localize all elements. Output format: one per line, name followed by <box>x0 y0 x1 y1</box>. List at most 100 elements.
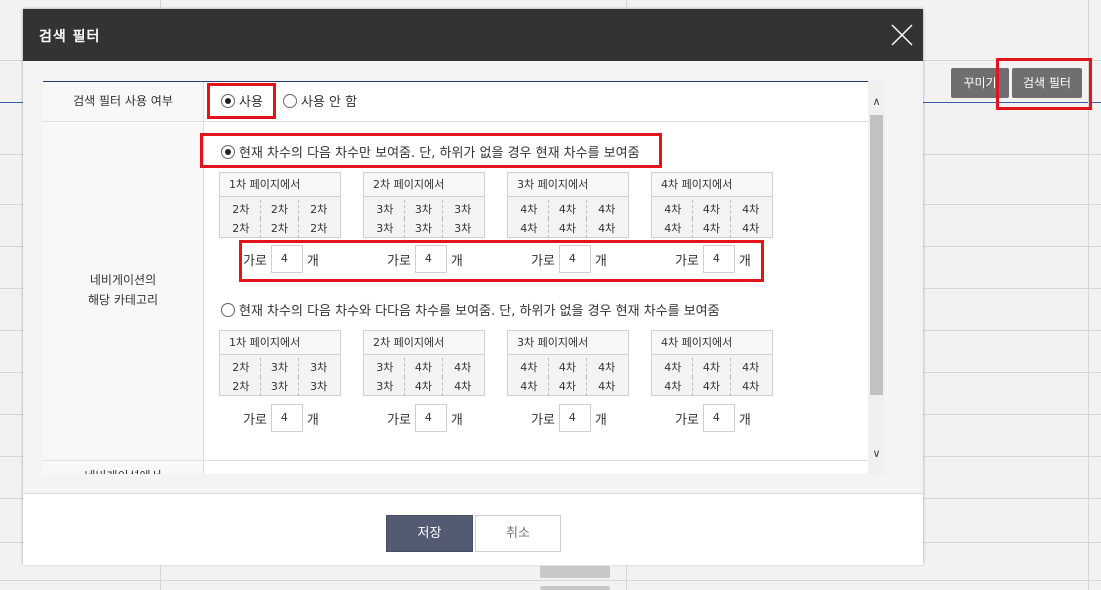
preview-cell: 4차 <box>549 358 588 377</box>
preview-grid: 3차 4차 4차 3차 4차 4차 <box>364 355 484 396</box>
columns-count-input[interactable]: 4 <box>270 404 303 432</box>
level-preview: 2차 페이지에서 3차 4차 4차 3차 4차 4차 <box>363 330 485 396</box>
preview-cell: 3차 <box>261 358 300 377</box>
preview-cell: 4차 <box>598 203 616 216</box>
level-preview: 1차 페이지에서 2차 3차 3차 2차 3차 3차 <box>219 330 341 396</box>
preview-grid: 3차 3차 3차 3차 3차 3차 <box>364 197 484 238</box>
bg-divider <box>0 580 1101 581</box>
radio-not-use[interactable]: 사용 안 함 <box>283 91 357 110</box>
scrollbar[interactable]: ∧ ∨ <box>868 81 885 474</box>
columns-prefix: 가로 <box>243 253 267 269</box>
preview-cell: 3차 <box>366 219 405 238</box>
preview-grid: 2차 2차 2차 2차 2차 2차 <box>220 197 340 238</box>
columns-count-input[interactable]: 4 <box>558 245 591 273</box>
preview-grid: 4차 4차 4차 4차 4차 4차 <box>508 355 628 396</box>
dialog-title: 검색 필터 <box>39 29 101 45</box>
columns-suffix: 개 <box>594 412 607 428</box>
radio-next-level-only-dot[interactable] <box>221 144 235 159</box>
columns-prefix: 가로 <box>387 412 411 428</box>
cancel-button[interactable]: 취소 <box>475 515 561 552</box>
preview-cell: 4차 <box>598 380 616 393</box>
preview-title: 1차 페이지에서 <box>220 331 340 355</box>
columns-count-input[interactable]: 4 <box>702 245 735 273</box>
preview-cell: 4차 <box>654 358 693 377</box>
preview-cell: 4차 <box>598 222 616 235</box>
columns-count-input[interactable]: 4 <box>702 404 735 432</box>
preview-title: 4차 페이지에서 <box>652 173 772 197</box>
scroll-up-icon[interactable]: ∧ <box>868 93 885 110</box>
preview-title: 1차 페이지에서 <box>220 173 340 197</box>
preview-cell: 2차 <box>222 219 261 238</box>
preview-title: 2차 페이지에서 <box>364 173 484 197</box>
preview-cell: 4차 <box>549 377 588 396</box>
level-preview: 1차 페이지에서 2차 2차 2차 2차 2차 2차 <box>219 172 341 238</box>
preview-cell: 4차 <box>742 380 760 393</box>
columns-prefix: 가로 <box>387 253 411 269</box>
radio-next-two-levels[interactable]: 현재 차수의 다음 차수와 다다음 차수를 보여줌. 단, 하위가 없을 경우 … <box>221 300 720 319</box>
preview-cell: 4차 <box>654 200 693 219</box>
preview-cell: 4차 <box>510 219 549 238</box>
dialog-body: 검색 필터 사용 여부 사용 사용 안 함 네비게이션의 해당 카테고리 현재 … <box>23 61 923 493</box>
preview-cell: 4차 <box>693 219 732 238</box>
radio-not-use-label: 사용 안 함 <box>301 95 358 110</box>
radio-use[interactable]: 사용 <box>221 91 263 110</box>
preview-cell: 3차 <box>454 222 472 235</box>
label-cell: 네비게이션에서 <box>43 461 204 474</box>
level-preview: 4차 페이지에서 4차 4차 4차 4차 4차 4차 <box>651 330 773 396</box>
columns-prefix: 가로 <box>675 253 699 269</box>
preview-cell: 4차 <box>510 200 549 219</box>
preview-cell: 3차 <box>261 377 300 396</box>
label-cell: 네비게이션의 해당 카테고리 <box>43 122 204 460</box>
preview-cell: 3차 <box>454 203 472 216</box>
radio-next-two-levels-dot[interactable] <box>221 302 235 317</box>
next-row-label: 네비게이션에서 <box>43 466 203 474</box>
radio-not-use-dot[interactable] <box>283 93 297 108</box>
radio-use-dot[interactable] <box>221 93 235 108</box>
preview-cell: 4차 <box>549 200 588 219</box>
preview-cell: 2차 <box>222 200 261 219</box>
close-icon[interactable] <box>889 22 915 48</box>
preview-cell: 3차 <box>366 200 405 219</box>
preview-cell: 4차 <box>510 377 549 396</box>
columns-count-input[interactable]: 4 <box>414 404 447 432</box>
preview-cell: 4차 <box>742 222 760 235</box>
columns-count: 가로 4 개 <box>387 404 463 432</box>
scrollbar-thumb[interactable] <box>870 115 883 395</box>
preview-cell: 2차 <box>222 358 261 377</box>
columns-prefix: 가로 <box>243 412 267 428</box>
preview-cell: 4차 <box>454 361 472 374</box>
preview-cell: 2차 <box>261 200 300 219</box>
dialog-header: 검색 필터 <box>23 9 923 61</box>
preview-cell: 3차 <box>366 377 405 396</box>
nav-category-label-line1: 네비게이션의 <box>89 273 157 287</box>
preview-grid: 4차 4차 4차 4차 4차 4차 <box>508 197 628 238</box>
preview-cell: 2차 <box>310 203 328 216</box>
bg-button <box>540 586 610 590</box>
preview-cell: 4차 <box>598 361 616 374</box>
columns-count-input[interactable]: 4 <box>414 245 447 273</box>
radio-next-level-only[interactable]: 현재 차수의 다음 차수만 보여줌. 단, 하위가 없을 경우 현재 차수를 보… <box>221 142 640 161</box>
columns-suffix: 개 <box>306 253 319 269</box>
columns-count: 가로 4 개 <box>243 404 319 432</box>
save-button[interactable]: 저장 <box>386 515 473 552</box>
radio-use-label: 사용 <box>239 95 263 110</box>
columns-count: 가로 4 개 <box>531 404 607 432</box>
preview-cell: 2차 <box>261 219 300 238</box>
nav-category-label-line2: 해당 카테고리 <box>87 293 159 307</box>
preview-cell: 4차 <box>693 358 732 377</box>
columns-count-input[interactable]: 4 <box>558 404 591 432</box>
preview-cell: 4차 <box>510 358 549 377</box>
preview-title: 4차 페이지에서 <box>652 331 772 355</box>
preview-cell: 4차 <box>654 219 693 238</box>
bg-button <box>540 566 610 578</box>
columns-prefix: 가로 <box>531 253 555 269</box>
columns-count-input[interactable]: 4 <box>270 245 303 273</box>
preview-cell: 4차 <box>405 358 444 377</box>
level-preview: 3차 페이지에서 4차 4차 4차 4차 4차 4차 <box>507 172 629 238</box>
columns-prefix: 가로 <box>675 412 699 428</box>
columns-count: 가로 4 개 <box>387 245 463 273</box>
scroll-down-icon[interactable]: ∨ <box>868 445 885 462</box>
preview-title: 2차 페이지에서 <box>364 331 484 355</box>
columns-suffix: 개 <box>594 253 607 269</box>
level-preview: 3차 페이지에서 4차 4차 4차 4차 4차 4차 <box>507 330 629 396</box>
